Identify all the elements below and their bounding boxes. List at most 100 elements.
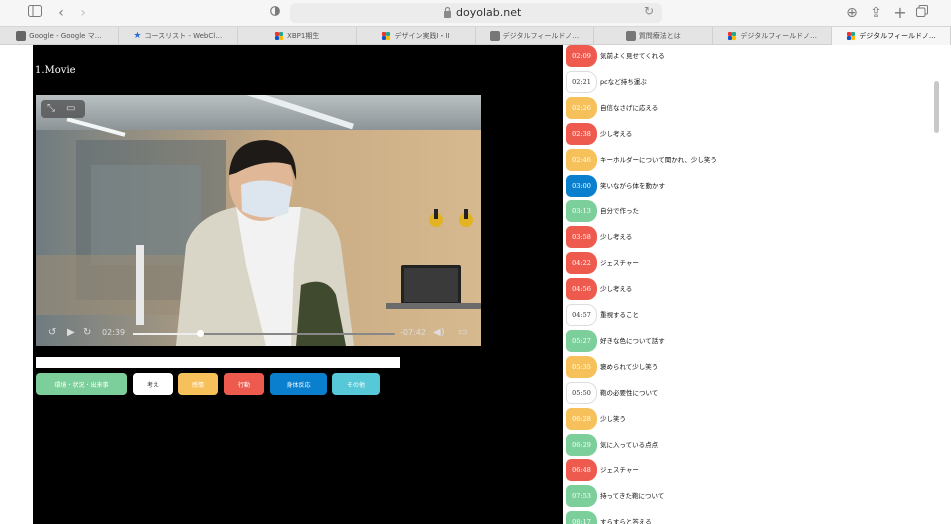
scrubber-knob[interactable] — [196, 330, 204, 337]
play-icon[interactable]: ▶ — [67, 327, 75, 338]
page-scrollbar[interactable] — [926, 45, 951, 524]
download-icon[interactable]: ⊕ — [845, 4, 859, 22]
timeline-row[interactable]: 05:50 鞄の必要性について — [563, 381, 926, 404]
back-icon[interactable]: ‹ — [56, 4, 66, 22]
timeline-note: 少し考える — [600, 285, 633, 294]
timestamp-badge[interactable]: 06:48 — [566, 459, 597, 482]
timestamp-badge[interactable]: 02:26 — [566, 96, 597, 119]
fullscreen-icon[interactable]: ⤡ — [47, 103, 55, 114]
scrollbar-thumb[interactable] — [934, 81, 939, 133]
category-button[interactable]: 環境・状況・出来事 — [36, 373, 127, 395]
video-scrubber[interactable] — [133, 330, 395, 337]
new-tab-icon[interactable]: + — [893, 4, 907, 22]
timeline-row[interactable]: 04:56 少し考える — [563, 278, 926, 301]
timestamp-badge[interactable]: 07:53 — [566, 485, 597, 508]
timestamp-badge[interactable]: 03:58 — [566, 226, 597, 249]
timeline-row[interactable]: 06:48 ジェスチャー — [563, 459, 926, 482]
timeline-row[interactable]: 03:58 少し考える — [563, 226, 926, 249]
browser-tab[interactable]: ★ コースリスト - WebCl… — [119, 27, 238, 45]
tab-label: 質問療法とは — [638, 32, 681, 40]
category-label: 感情 — [191, 381, 204, 389]
browser-tab[interactable]: 質問療法とは — [594, 27, 714, 45]
timeline-note: 少し笑う — [600, 414, 626, 423]
lock-icon — [444, 6, 451, 18]
timeline-row[interactable]: 06:29 気に入っている点点 — [563, 433, 926, 456]
browser-tab[interactable]: XBP1期生 — [238, 27, 357, 45]
timeline-note: 気前よく見せてくれる — [600, 52, 665, 60]
timeline-row[interactable]: 06:28 少し笑う — [563, 407, 926, 430]
tab-overview-icon[interactable] — [915, 4, 929, 22]
timeline-row[interactable]: 03:13 自分で作った — [563, 200, 926, 223]
category-label: 考え — [146, 381, 159, 389]
share-icon[interactable]: ⇪ — [869, 4, 883, 22]
movie-title: 1.Movie — [35, 65, 76, 76]
timestamp-badge[interactable]: 05:50 — [566, 381, 597, 404]
timeline-row[interactable]: 05:35 褒められて少し笑う — [563, 355, 926, 378]
volume-icon[interactable]: ◀︎) — [433, 327, 445, 338]
timeline-note: 自信なさげに応える — [600, 103, 659, 112]
browser-tab[interactable]: デザイン実践I・II — [357, 27, 476, 45]
timestamp-badge[interactable]: 04:57 — [566, 304, 597, 326]
timeline-row[interactable]: 02:09 気前よく見せてくれる — [563, 45, 926, 67]
remaining-time: -07:42 — [400, 328, 426, 337]
timestamp-badge[interactable]: 02:21 — [566, 70, 597, 93]
timeline-row[interactable]: 05:27 好きな色について話す — [563, 329, 926, 352]
timeline-note: 持ってきた鞄について — [600, 492, 665, 501]
forward-icon[interactable]: › — [78, 4, 88, 22]
address-bar[interactable]: doyolab.net ↻ — [290, 3, 662, 23]
tab-label: デジタルフィールドノ… — [740, 32, 817, 40]
timeline-note: 笑いながら体を動かす — [600, 181, 665, 190]
browser-tab[interactable]: Google - Google マ… — [0, 27, 119, 45]
timeline-row[interactable]: 04:57 重視すること — [563, 304, 926, 326]
timestamp-badge[interactable]: 08:17 — [566, 511, 597, 524]
video-controls: ↺ ▶ ↻ 02:39 -07:42 ◀︎) ▭ — [36, 322, 481, 346]
airplay-icon[interactable]: ▭ — [458, 327, 467, 338]
timestamp-badge[interactable]: 06:28 — [566, 407, 597, 430]
browser-tab[interactable]: デジタルフィールドノ… — [476, 27, 595, 45]
timestamp-badge[interactable]: 06:29 — [566, 433, 597, 456]
timeline-note: pcなど持ち運ぶ — [600, 77, 647, 86]
timeline-row[interactable]: 02:26 自信なさげに応える — [563, 96, 926, 119]
category-button[interactable]: 行動 — [224, 373, 264, 395]
tab-label: デジタルフィールドノ… — [502, 32, 580, 40]
browser-toolbar: ‹ › doyolab.net ↻ ⊕ ⇪ + — [0, 0, 951, 26]
timeline-row[interactable]: 02:46 キーホルダーについて聞かれ、少し笑う — [563, 148, 926, 171]
timeline-row[interactable]: 04:22 ジェスチャー — [563, 252, 926, 275]
timeline-note: 気に入っている点点 — [600, 440, 659, 449]
skip-forward-icon[interactable]: ↻ — [83, 327, 91, 338]
picture-in-picture-icon[interactable]: ▭ — [66, 103, 75, 114]
browser-tab[interactable]: デジタルフィールドノ… — [713, 27, 833, 45]
sidebar-icon[interactable] — [28, 4, 42, 22]
timestamp-badge[interactable]: 05:27 — [566, 329, 597, 352]
timeline-note: 鞄の必要性について — [600, 388, 659, 397]
timestamp-badge[interactable]: 05:35 — [566, 355, 597, 378]
skip-back-icon[interactable]: ↺ — [48, 327, 56, 338]
timeline-row[interactable]: 02:21 pcなど持ち運ぶ — [563, 70, 926, 93]
url-text: doyolab.net — [456, 6, 522, 19]
browser-tab-active[interactable]: デジタルフィールドノ… — [832, 27, 951, 45]
category-button[interactable]: 考え — [133, 373, 173, 395]
page-content: 1.Movie ⤡ ▭ ↺ ▶ ↻ 02:39 -07:42 ◀︎) ▭ 環境・… — [0, 45, 951, 524]
timeline-row[interactable]: 03:00 笑いながら体を動かす — [563, 174, 926, 197]
timestamp-badge[interactable]: 04:56 — [566, 278, 597, 301]
video-player[interactable]: ⤡ ▭ ↺ ▶ ↻ 02:39 -07:42 ◀︎) ▭ — [36, 95, 481, 346]
timestamp-badge[interactable]: 02:09 — [566, 45, 597, 67]
m-icon — [625, 31, 636, 41]
timestamp-badge[interactable]: 02:38 — [566, 122, 597, 145]
category-label: 身体反応 — [286, 381, 311, 389]
timestamp-badge[interactable]: 03:00 — [566, 174, 597, 197]
timeline-row[interactable]: 07:53 持ってきた鞄について — [563, 485, 926, 508]
category-button[interactable]: 感情 — [178, 373, 218, 395]
privacy-shield-icon[interactable] — [270, 4, 280, 22]
timeline-row[interactable]: 08:17 すらすらと答える — [563, 511, 926, 524]
category-button[interactable]: 身体反応 — [270, 373, 327, 395]
timestamp-badge[interactable]: 04:22 — [566, 252, 597, 275]
tab-label: XBP1期生 — [287, 32, 320, 40]
category-button[interactable]: その他 — [332, 373, 380, 395]
timestamp-badge[interactable]: 02:46 — [566, 148, 597, 171]
reload-icon[interactable]: ↻ — [644, 4, 654, 18]
timeline-note: ジェスチャー — [600, 466, 639, 475]
timeline-list: 02:09 気前よく見せてくれる 02:21 pcなど持ち運ぶ 02:26 自信なさげに応… — [563, 45, 926, 524]
timeline-row[interactable]: 02:38 少し考える — [563, 122, 926, 145]
timestamp-badge[interactable]: 03:13 — [566, 200, 597, 223]
